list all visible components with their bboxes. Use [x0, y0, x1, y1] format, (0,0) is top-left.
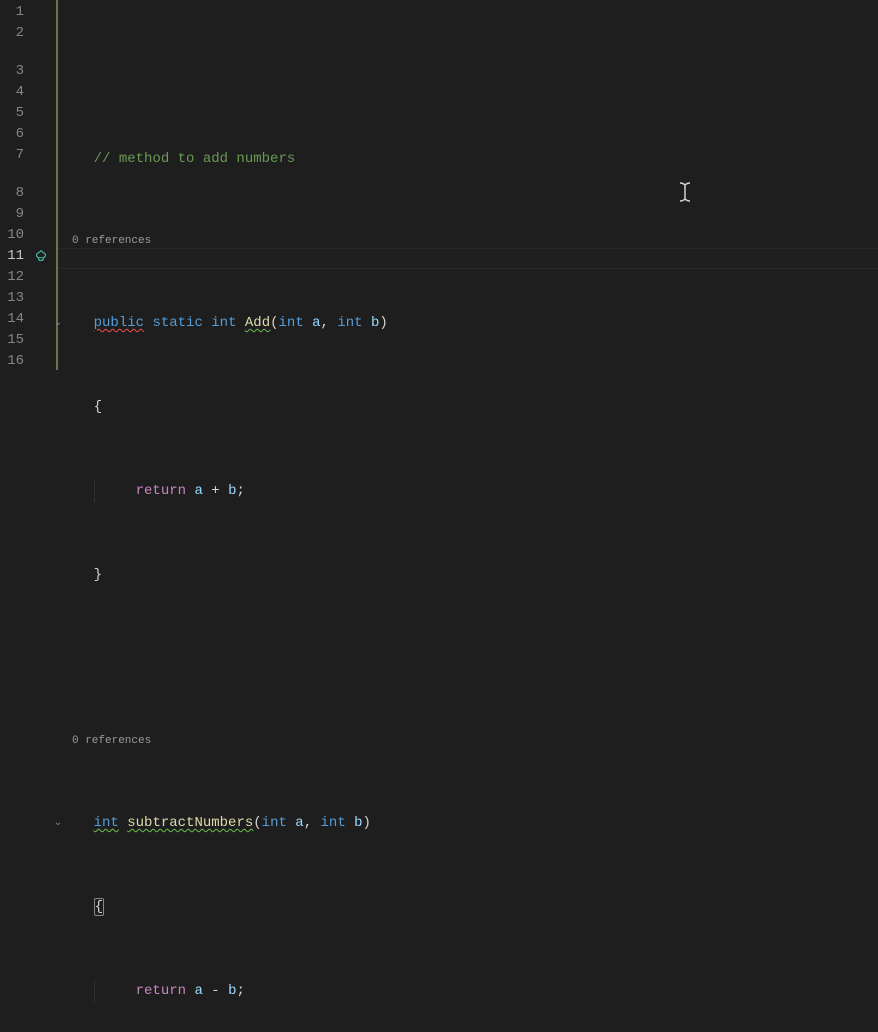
chevron-down-icon[interactable]: ⌄ — [52, 813, 64, 834]
code-line[interactable]: { — [60, 397, 878, 418]
mouse-ibeam-cursor — [648, 160, 692, 229]
code-line[interactable]: // method to add numbers — [60, 149, 878, 170]
keyword: int — [211, 315, 236, 331]
code-line[interactable]: ⌄ public static int Add(int a, int b) — [60, 313, 878, 334]
codelens-references[interactable]: 0 references — [60, 233, 878, 250]
line-number-gutter: 1 2 3 4 5 6 7 8 9 10 11 12 13 14 15 16 — [0, 0, 30, 516]
code-content[interactable]: // method to add numbers 0 references ⌄ … — [52, 0, 878, 516]
line-number: 2 — [0, 23, 30, 44]
line-number: 8 — [0, 183, 30, 204]
lightbulb-icon[interactable] — [34, 249, 48, 267]
code-editor[interactable]: 1 2 3 4 5 6 7 8 9 10 11 12 13 14 15 16 /… — [0, 0, 878, 516]
line-number: 6 — [0, 124, 30, 145]
line-number: 14 — [0, 309, 30, 330]
chevron-down-icon[interactable]: ⌄ — [52, 313, 64, 334]
line-number: 16 — [0, 351, 30, 372]
line-number: 13 — [0, 288, 30, 309]
code-line[interactable]: { — [60, 897, 878, 918]
method-name: subtractNumbers — [127, 815, 253, 831]
code-line[interactable] — [60, 649, 878, 670]
line-number: 1 — [0, 2, 30, 23]
code-line[interactable]: } — [60, 565, 878, 586]
line-number-active: 11 — [0, 246, 30, 267]
glyph-margin — [30, 0, 52, 516]
comment: // method to add numbers — [94, 151, 296, 167]
line-number: 9 — [0, 204, 30, 225]
method-name: Add — [245, 315, 270, 331]
keyword: public — [94, 315, 144, 331]
line-number: 15 — [0, 330, 30, 351]
code-line[interactable]: return a + b; — [60, 481, 878, 502]
keyword: static — [152, 315, 202, 331]
line-number: 5 — [0, 103, 30, 124]
line-number: 4 — [0, 82, 30, 103]
codelens-references[interactable]: 0 references — [60, 733, 878, 750]
line-number: 3 — [0, 61, 30, 82]
code-line[interactable] — [60, 65, 878, 86]
line-number: 10 — [0, 225, 30, 246]
line-number: 7 — [0, 145, 30, 166]
code-line[interactable]: return a - b; — [60, 981, 878, 1002]
code-line[interactable]: ⌄ int subtractNumbers(int a, int b) — [60, 813, 878, 834]
line-number: 12 — [0, 267, 30, 288]
keyword: int — [94, 815, 119, 831]
